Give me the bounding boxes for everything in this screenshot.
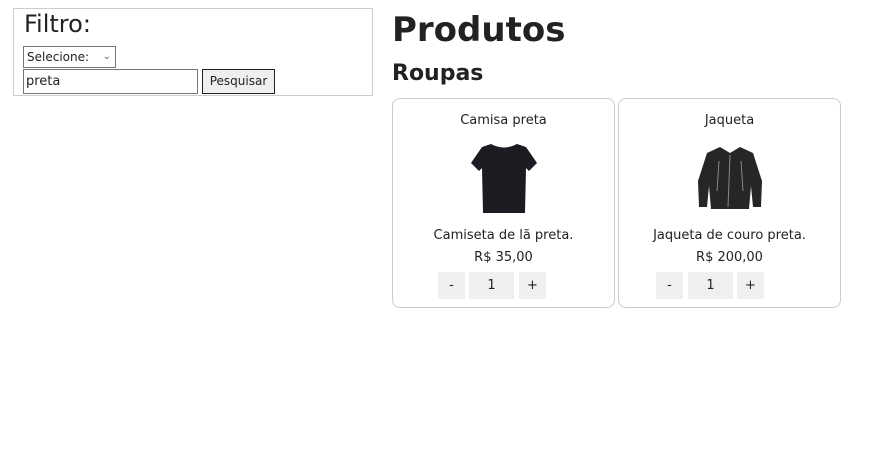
category-select[interactable]: Selecione: ⌄ <box>23 46 116 68</box>
quantity-input[interactable]: 1 <box>469 272 514 299</box>
category-title: Roupas <box>392 61 484 86</box>
page-title: Produtos <box>392 10 566 50</box>
decrease-quantity-button[interactable]: - <box>656 272 683 299</box>
filter-title: Filtro: <box>24 10 91 38</box>
tshirt-image <box>470 144 537 213</box>
product-price: R$ 200,00 <box>696 250 763 265</box>
product-price: R$ 35,00 <box>474 250 533 265</box>
filter-panel: Filtro: Selecione: ⌄ preta Pesquisar <box>13 8 373 96</box>
product-description: Camiseta de lã preta. <box>433 228 574 243</box>
decrease-quantity-button[interactable]: - <box>438 272 465 299</box>
product-name: Camisa preta <box>460 113 547 128</box>
increase-quantity-button[interactable]: + <box>737 272 764 299</box>
search-button[interactable]: Pesquisar <box>202 69 275 94</box>
product-card: Jaqueta Jaqueta de couro preta. R$ 200,0… <box>618 98 841 308</box>
search-input[interactable]: preta <box>23 69 198 94</box>
product-card: Camisa preta Camiseta de lã preta. R$ 35… <box>392 98 615 308</box>
quantity-input[interactable]: 1 <box>688 272 733 299</box>
product-name: Jaqueta <box>704 113 755 128</box>
product-description: Jaqueta de couro preta. <box>653 228 806 243</box>
chevron-down-icon: ⌄ <box>102 51 111 62</box>
jacket-image <box>697 147 762 209</box>
select-value: Selecione: <box>27 50 90 64</box>
increase-quantity-button[interactable]: + <box>519 272 546 299</box>
